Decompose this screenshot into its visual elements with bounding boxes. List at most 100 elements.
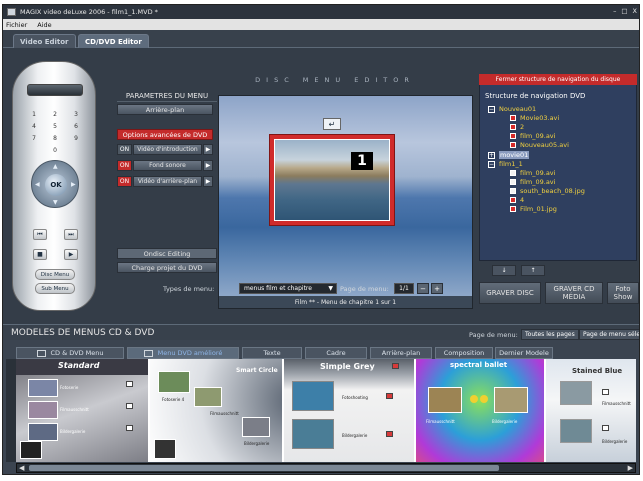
toutes-pages-button[interactable]: Toutes les pages [521, 329, 579, 340]
tab-menu-dvd-ameliore[interactable]: Menu DVD amélioré [127, 347, 239, 359]
remote-key-2[interactable]: 2 [50, 111, 60, 118]
template-label: Bildergalerie [244, 441, 270, 446]
tree-item[interactable]: film_09.avi [510, 132, 555, 140]
arriere-plan-button[interactable]: Arrière-plan [117, 104, 213, 115]
menu-fichier[interactable]: Fichier [6, 21, 27, 29]
remote-key-9[interactable]: 9 [71, 135, 81, 142]
tab-arriere-plan[interactable]: Arrière-plan [370, 347, 432, 359]
template-label: Filmausschnitt [60, 407, 89, 412]
template-button [126, 425, 133, 431]
templates-scrollbar[interactable]: ◀ ▶ [16, 463, 636, 473]
tree-item[interactable]: 2 [510, 123, 524, 131]
video-arriere-arrow-icon[interactable]: ▶ [203, 176, 213, 187]
chapter-thumbnail[interactable]: 1 [269, 134, 395, 226]
scroll-thumb[interactable] [29, 465, 499, 471]
template-stained-blue[interactable]: Stained Blue Filmausschnitt Bildergaleri… [546, 359, 636, 462]
page-plus-button[interactable]: + [431, 283, 443, 294]
remote-stop-icon[interactable]: ■ [33, 249, 47, 260]
dpad-up-icon[interactable]: ▲ [53, 163, 58, 170]
menu-types-select[interactable]: menus film et chapitre ▼ [239, 283, 337, 294]
video-intro-toggle[interactable]: ON [117, 144, 132, 155]
template-label: Fotoshooting [342, 395, 368, 400]
charge-projet-button[interactable]: Charge projet du DVD [117, 262, 217, 273]
remote-prev-icon[interactable]: ⏮ [33, 229, 47, 240]
tab-cadre[interactable]: Cadre [305, 347, 367, 359]
tree-item[interactable]: − film1_1 [488, 160, 523, 168]
video-intro-arrow-icon[interactable]: ▶ [203, 144, 213, 155]
graver-media-button[interactable]: GRAVER CD MÉDIA [545, 282, 603, 304]
remote-key-3[interactable]: 3 [71, 111, 81, 118]
tab-video-editor[interactable]: Video Editor [13, 34, 76, 48]
collapse-icon[interactable]: − [488, 105, 495, 113]
tree-item[interactable]: south_beach_08.jpg [510, 187, 585, 195]
maximize-button[interactable]: □ [621, 7, 627, 15]
tree-item[interactable]: 4 [510, 196, 524, 204]
expand-icon[interactable]: + [488, 151, 495, 159]
remote-disc-menu-button[interactable]: Disc Menu [35, 269, 75, 280]
remote-key-4[interactable]: 4 [29, 123, 39, 130]
tree-item[interactable]: film_09.avi [510, 178, 555, 186]
graver-disc-button[interactable]: GRAVER DISC [479, 282, 541, 304]
close-button[interactable]: X [633, 7, 637, 15]
thumb-image [560, 381, 592, 405]
fond-sonore-arrow-icon[interactable]: ▶ [203, 160, 213, 171]
tree-item[interactable]: Film_01.jpg [510, 205, 557, 213]
close-navigation-button[interactable]: Fermer structure de navigation du disque [479, 74, 637, 85]
template-name: Simple Grey [320, 362, 375, 371]
tree-item[interactable]: Movie03.avi [510, 114, 559, 122]
chevron-down-icon[interactable]: ▼ [328, 285, 333, 292]
fond-sonore-label[interactable]: Fond sonore [133, 160, 202, 171]
menu-preview[interactable]: ↵ 1 Film ** - Menu de chapitre 1 sur 1 [218, 95, 473, 309]
template-standard[interactable]: Standard Fotoserie Filmausschnitt Bilder… [16, 359, 148, 462]
page-menu-value: 1/1 [394, 283, 414, 294]
tab-composition[interactable]: Composition [435, 347, 493, 359]
template-simple-grey[interactable]: Simple Grey Fotoshooting Bildergalerie [284, 359, 414, 462]
collapse-icon[interactable]: − [488, 160, 495, 168]
tab-texte[interactable]: Texte [242, 347, 302, 359]
minimize-button[interactable]: – [613, 7, 616, 15]
template-name: spectral ballet [450, 361, 508, 369]
video-arriere-label[interactable]: Vidéo d'arrière-plan [133, 176, 202, 187]
menu-aide[interactable]: Aide [37, 21, 51, 29]
thumb-image [428, 387, 462, 413]
scroll-left-icon[interactable]: ◀ [19, 464, 24, 472]
remote-key-7[interactable]: 7 [29, 135, 39, 142]
tab-cd-dvd-editor[interactable]: CD/DVD Editor [78, 34, 149, 48]
remote-dpad[interactable]: ▲ ▼ ◀ ▶ OK [31, 160, 79, 208]
remote-key-0[interactable]: 0 [50, 147, 60, 154]
template-spectral-ballet[interactable]: spectral ballet Filmausschnitt Bildergal… [416, 359, 544, 462]
remote-sub-menu-button[interactable]: Sub Menu [35, 283, 75, 294]
remote-ok-button[interactable]: OK [45, 174, 67, 196]
enter-icon[interactable]: ↵ [323, 118, 341, 130]
tree-item[interactable]: Nouveau05.avi [510, 141, 569, 149]
thumb-image [560, 419, 592, 443]
tab-cd-dvd-menu[interactable]: CD & DVD Menu [16, 347, 124, 359]
dpad-down-icon[interactable]: ▼ [53, 199, 58, 206]
tree-item[interactable]: film_09.avi [510, 169, 555, 177]
remote-next-icon[interactable]: ⏭ [64, 229, 78, 240]
dpad-right-icon[interactable]: ▶ [71, 181, 76, 188]
move-down-button[interactable]: ↓ [492, 265, 516, 276]
dpad-left-icon[interactable]: ◀ [35, 181, 40, 188]
remote-key-1[interactable]: 1 [29, 111, 39, 118]
ondisc-editing-button[interactable]: Ondisc Editing [117, 248, 217, 259]
video-arriere-toggle[interactable]: ON [117, 176, 132, 187]
page-minus-button[interactable]: − [417, 283, 429, 294]
fond-sonore-toggle[interactable]: ON [117, 160, 132, 171]
page-menu-filter-label: Page de menu: [469, 331, 518, 339]
video-intro-label[interactable]: Vidéo d'introduction [133, 144, 202, 155]
remote-key-6[interactable]: 6 [71, 123, 81, 130]
tree-item[interactable]: − Nouveau01 [488, 105, 536, 113]
tree-item-selected[interactable]: + movie01 [488, 151, 530, 159]
remote-key-8[interactable]: 8 [50, 135, 60, 142]
page-menu-label: Page de menu: [340, 285, 389, 293]
move-up-button[interactable]: ↑ [521, 265, 545, 276]
template-smart-circle[interactable]: Smart Circle Fotoserie 4 Filmausschnitt … [150, 359, 282, 462]
scroll-right-icon[interactable]: ▶ [628, 464, 633, 472]
remote-key-5[interactable]: 5 [50, 123, 60, 130]
remote-play-icon[interactable]: ▶ [64, 249, 78, 260]
tab-dernier-modele[interactable]: Dernier Modele [495, 347, 553, 359]
options-avancees-button[interactable]: Options avancées de DVD [117, 129, 213, 140]
foto-show-button[interactable]: Foto Show [607, 282, 639, 304]
page-selectionnee-button[interactable]: Page de menu sélectionnée [579, 329, 639, 340]
